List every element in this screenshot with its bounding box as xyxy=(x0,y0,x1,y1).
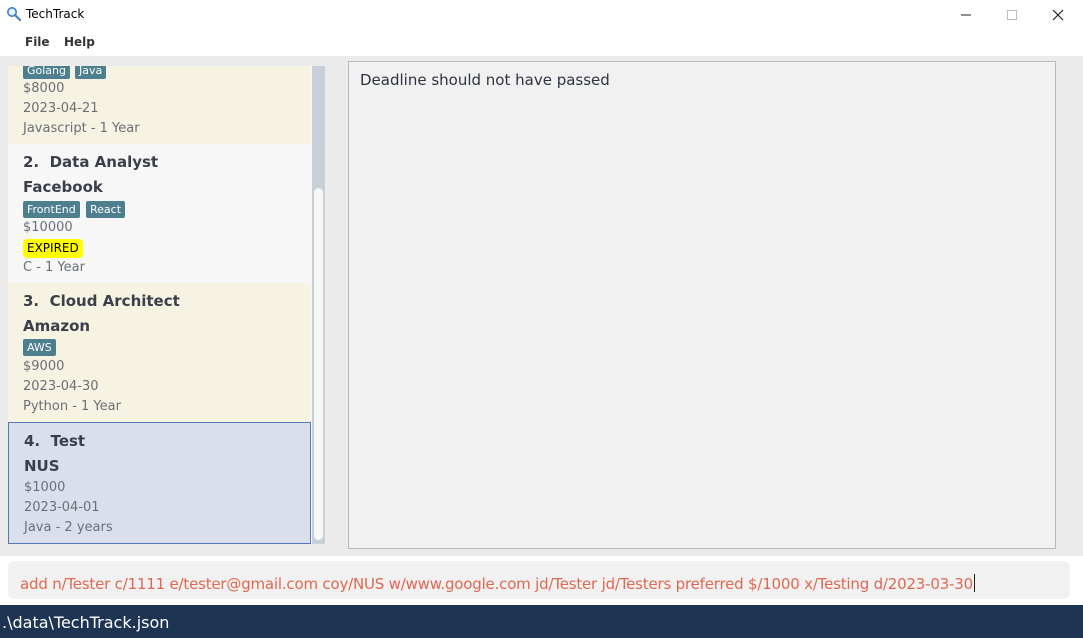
close-icon xyxy=(1052,9,1064,21)
card-deadline: 2023-04-30 xyxy=(23,379,99,394)
card-title: 4. Test xyxy=(24,432,86,450)
menu-bar: File Help xyxy=(0,30,1083,56)
card-experience: C - 1 Year xyxy=(23,260,85,275)
magnifier-icon xyxy=(6,6,22,22)
list-item-selected[interactable]: 4. Test NUS $1000 2023-04-01 Java - 2 ye… xyxy=(8,422,311,544)
window-title: TechTrack xyxy=(26,7,85,21)
card-salary: $9000 xyxy=(23,359,65,374)
card-experience: Python - 1 Year xyxy=(23,399,121,414)
scrollbar-thumb[interactable] xyxy=(314,188,323,540)
list-scrollbar[interactable] xyxy=(312,66,325,544)
card-salary: $1000 xyxy=(24,480,66,495)
list-item[interactable]: 2. Data Analyst Facebook FrontEnd React … xyxy=(8,144,311,283)
list-item[interactable]: Golang Java $8000 2023-04-21 Javascript … xyxy=(8,66,311,144)
menu-file[interactable]: File xyxy=(25,35,50,49)
card-salary: $10000 xyxy=(23,220,73,235)
close-button[interactable] xyxy=(1035,0,1081,30)
expired-badge: EXPIRED xyxy=(23,239,83,258)
minimize-icon xyxy=(961,14,971,16)
tag-label: FrontEnd xyxy=(23,201,80,218)
card-deadline: 2023-04-01 xyxy=(24,500,100,515)
card-title: 2. Data Analyst xyxy=(23,153,159,171)
minimize-button[interactable] xyxy=(943,0,989,30)
command-text: add n/Tester c/1111 e/tester@gmail.com c… xyxy=(20,574,975,593)
tag-label: Golang xyxy=(23,66,71,79)
result-message: Deadline should not have passed xyxy=(360,71,610,89)
text-caret xyxy=(973,574,975,592)
status-bar: .\data\TechTrack.json xyxy=(0,605,1083,638)
menu-help[interactable]: Help xyxy=(64,35,95,49)
tag-label: React xyxy=(86,201,126,218)
result-display: Deadline should not have passed xyxy=(348,61,1056,549)
tag-label: Java xyxy=(75,66,107,79)
card-experience: Javascript - 1 Year xyxy=(23,121,140,136)
card-salary: $8000 xyxy=(23,81,65,96)
card-company: Amazon xyxy=(23,317,91,335)
maximize-icon xyxy=(1007,10,1017,20)
save-location: .\data\TechTrack.json xyxy=(2,613,170,632)
command-area: add n/Tester c/1111 e/tester@gmail.com c… xyxy=(0,556,1083,605)
card-title: 3. Cloud Architect xyxy=(23,292,180,310)
main-content: Golang Java $8000 2023-04-21 Javascript … xyxy=(0,56,1083,556)
command-value: add n/Tester c/1111 e/tester@gmail.com c… xyxy=(20,575,973,593)
list-item[interactable]: 3. Cloud Architect Amazon AWS $9000 2023… xyxy=(8,283,311,422)
card-experience: Java - 2 years xyxy=(24,520,113,535)
tag-label: AWS xyxy=(23,339,56,356)
maximize-button[interactable] xyxy=(989,0,1035,30)
title-bar: TechTrack xyxy=(0,0,1083,30)
card-deadline: 2023-04-21 xyxy=(23,101,99,116)
internship-list[interactable]: Golang Java $8000 2023-04-21 Javascript … xyxy=(8,66,312,544)
card-company: Facebook xyxy=(23,178,103,196)
command-input[interactable]: add n/Tester c/1111 e/tester@gmail.com c… xyxy=(8,561,1070,599)
card-company: NUS xyxy=(24,457,60,475)
